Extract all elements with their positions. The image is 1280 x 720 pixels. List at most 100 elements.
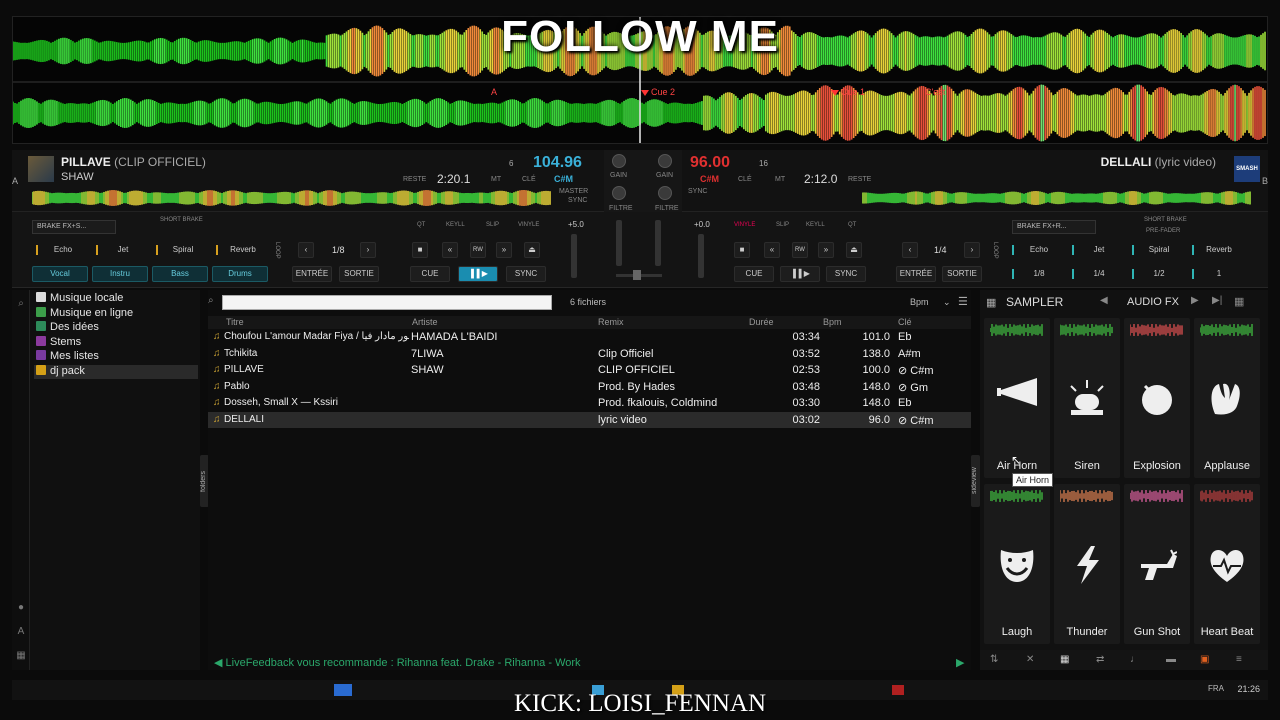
deck-a-forward-button[interactable]: » (496, 242, 512, 258)
deck-a-rewind-button[interactable]: « (442, 242, 458, 258)
gain-knob-a[interactable] (612, 154, 626, 168)
track-row[interactable]: ♫ DELLALI lyric video 03:02 96.0 ⊘ C#m (208, 411, 971, 428)
folder-item[interactable]: Stems (34, 335, 198, 350)
track-row[interactable]: ♫ Pablo Prod. By Hades 03:48 148.0 ⊘ Gm (208, 379, 971, 395)
deck-a-loop-out-button[interactable]: SORTIE (339, 266, 379, 282)
mic-icon[interactable]: ♩ (1130, 654, 1140, 665)
sort-select[interactable]: Bpm ⌄ (910, 297, 951, 308)
deck-b-loop-out-button[interactable]: SORTIE (942, 266, 982, 282)
deck-a-loop-size[interactable]: 1/8 (332, 245, 345, 255)
deck-b-qt[interactable]: QT (848, 222, 856, 228)
list-view-icon[interactable]: ☰ (958, 295, 968, 308)
deck-b-forward-button[interactable]: » (818, 242, 834, 258)
dot-icon[interactable]: ● (15, 602, 27, 614)
folder-icon[interactable]: ▬ (1166, 654, 1176, 665)
deck-a-fx-echo[interactable]: Echo (36, 243, 90, 257)
filter-knob-a[interactable] (612, 186, 626, 200)
shuffle-icon[interactable]: ⇄ (1096, 654, 1104, 665)
crossfader-handle[interactable] (633, 270, 641, 280)
grid-icon[interactable]: ▦ (986, 296, 996, 309)
deck-b-cue-button[interactable]: CUE (734, 266, 774, 282)
deck-b-loop-2[interactable]: 1/2 (1132, 267, 1186, 281)
sampler-pad-gun-shot[interactable]: Gun Shot (1124, 484, 1190, 644)
deck-b-vinyl[interactable]: VINYLE (734, 222, 755, 228)
deck-a-fx-select[interactable]: BRAKE FX+S... (32, 220, 116, 234)
folder-item[interactable]: dj pack (34, 365, 198, 379)
deck-a-loop-prev-button[interactable]: ‹ (298, 242, 314, 258)
folder-item[interactable]: Musique locale (34, 292, 198, 306)
pitch-icon[interactable]: ⇅ (990, 654, 998, 665)
sampler-pad-heart-beat[interactable]: Heart Beat (1194, 484, 1260, 644)
volume-fader-a[interactable] (616, 220, 622, 266)
track-row[interactable]: ♫ Tchikita 7LIWA Clip Officiel 03:52 138.0 A#m (208, 346, 971, 362)
deck-a-overview-waveform[interactable] (32, 188, 552, 208)
deck-b-loop-1[interactable]: 1/4 (1072, 267, 1126, 281)
folder-item[interactable]: Mes listes (34, 350, 198, 364)
deck-b-key[interactable]: C#m (700, 174, 719, 184)
sampler-title[interactable]: SAMPLER (1006, 295, 1063, 309)
deck-b-loop-next-button[interactable]: › (964, 242, 980, 258)
deck-a-qt[interactable]: QT (417, 222, 425, 228)
play-arrow-icon[interactable]: ▶ (956, 656, 964, 669)
deck-a-stem-instru[interactable]: Instru (92, 266, 148, 282)
cue-marker-a[interactable]: A (491, 87, 497, 97)
deck-a-bpm[interactable]: 104.96 (533, 154, 582, 172)
deck-a-master[interactable]: MASTER (559, 188, 588, 195)
track-row[interactable]: ♫ Dosseh, Small X — Kssiri Prod. fkalouis,… (208, 395, 971, 411)
deck-a-keylock[interactable]: KEYLL (446, 222, 465, 228)
deck-a-stem-drums[interactable]: Drums (212, 266, 268, 282)
volume-fader-b[interactable] (655, 220, 661, 266)
cue-marker-cest[interactable]: C'est (925, 87, 945, 97)
deck-a-fx-spiral[interactable]: Spiral (156, 243, 210, 257)
deck-b-stop-button[interactable]: ■ (734, 242, 750, 258)
deck-b-fx-spiral[interactable]: Spiral (1132, 243, 1186, 257)
video-icon[interactable]: ▣ (1200, 654, 1209, 665)
deck-a-slip[interactable]: SLIP (486, 222, 499, 228)
skip-icon[interactable]: ▶| (1212, 295, 1222, 306)
deck-b-mt[interactable]: MT (775, 176, 785, 183)
deck-b-fx-echo[interactable]: Echo (1012, 243, 1066, 257)
deck-b-fx-jet[interactable]: Jet (1072, 243, 1126, 257)
folder-item[interactable]: Des idées (34, 321, 198, 335)
filter-knob-b[interactable] (658, 186, 672, 200)
deck-b-sync-button[interactable]: SYNC (826, 266, 866, 282)
sampler-pad-thunder[interactable]: Thunder (1054, 484, 1120, 644)
sampler-pad-laugh[interactable]: Laugh (984, 484, 1050, 644)
column-header[interactable]: Durée (749, 317, 774, 327)
gain-knob-b[interactable] (658, 154, 672, 168)
sampler-pad-applause[interactable]: Applause (1194, 318, 1260, 478)
deck-a-cue-button[interactable]: CUE (410, 266, 450, 282)
deck-b-loop-size[interactable]: 1/4 (934, 245, 947, 255)
deck-b-loop-3[interactable]: 1 (1192, 267, 1246, 281)
track-row[interactable]: ♫Choufou L'amour Madar Fiya / شوفو لامور… (208, 329, 971, 345)
deck-b-loop-0[interactable]: 1/8 (1012, 267, 1066, 281)
menu-grid-icon[interactable]: ▦ (1234, 295, 1244, 308)
sampler-pad-siren[interactable]: Siren (1054, 318, 1120, 478)
deck-a-play-button[interactable]: ▐▐ ▶ (458, 266, 498, 282)
column-header[interactable]: Clé (898, 317, 912, 327)
deck-a-stop-button[interactable]: ■ (412, 242, 428, 258)
deck-b-fx-select[interactable]: BRAKE FX+R... (1012, 220, 1096, 234)
deck-a-sync-button[interactable]: SYNC (506, 266, 546, 282)
folder-item[interactable]: Musique en ligne (34, 306, 198, 321)
deck-a-stem-vocal[interactable]: Vocal (32, 266, 88, 282)
deck-b-overview-waveform[interactable] (862, 188, 1252, 208)
waveform-panel[interactable]: A Cue 2 Cue 1 C'est (12, 16, 1268, 144)
next-arrow-icon[interactable]: ▶ (1191, 295, 1199, 306)
deck-a-pitch-fader[interactable] (571, 234, 577, 278)
deck-a-mt[interactable]: MT (491, 176, 501, 183)
deck-b-pitch-fader[interactable] (698, 234, 704, 278)
settings-icon[interactable]: ▦ (15, 650, 27, 662)
sideview-tab[interactable]: sideview (971, 455, 980, 507)
deck-a-loop-in-button[interactable]: ENTRÉE (292, 266, 332, 282)
deck-b-eject-button[interactable]: ⏏ (846, 242, 862, 258)
more-icon[interactable]: ≡ (1236, 654, 1242, 665)
deck-b-keylock[interactable]: KEYLL (806, 222, 825, 228)
deck-b-loop-in-button[interactable]: ENTRÉE (896, 266, 936, 282)
deck-b-slip[interactable]: SLIP (776, 222, 789, 228)
pads-icon[interactable]: ▦ (1060, 654, 1069, 665)
tools-icon[interactable]: ✕ (1026, 654, 1034, 665)
deck-a-eject-button[interactable]: ⏏ (524, 242, 540, 258)
search-input[interactable] (222, 295, 552, 310)
column-header[interactable]: Remix (598, 317, 624, 327)
